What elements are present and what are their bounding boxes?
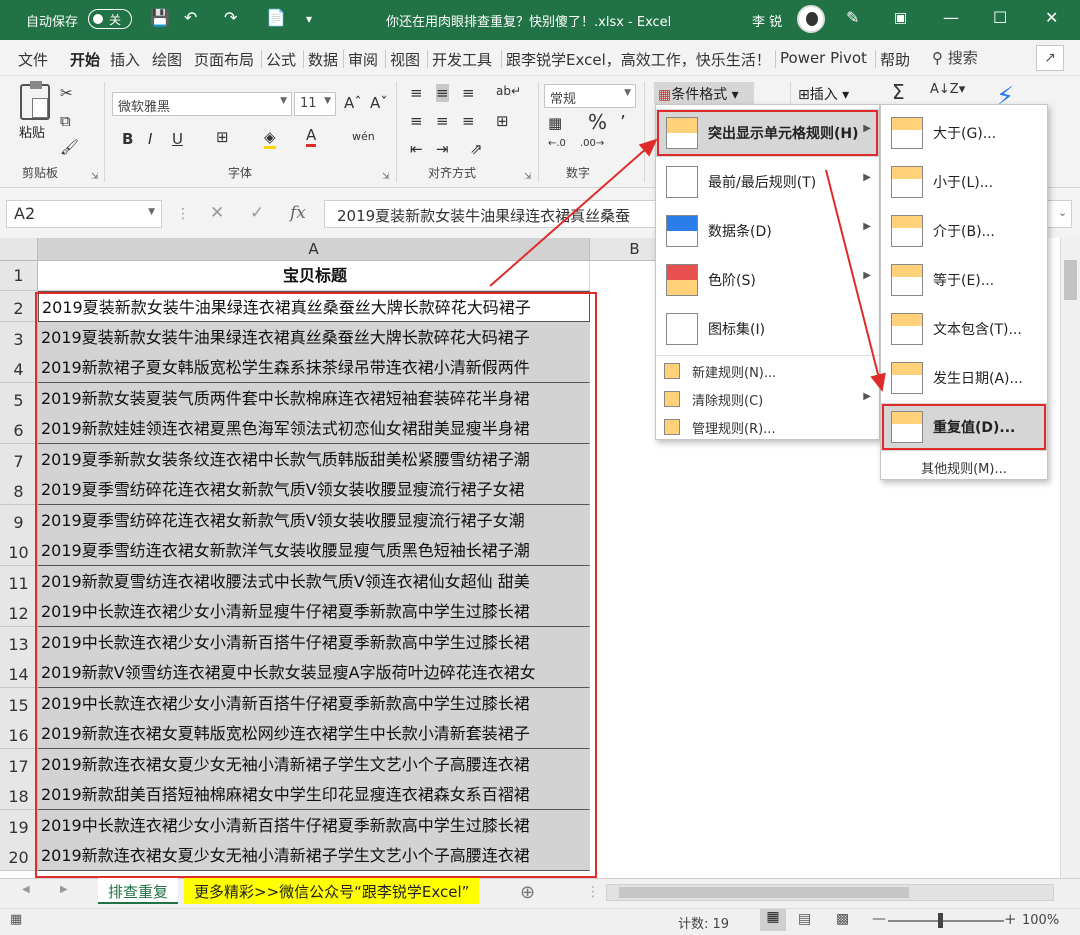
prev-sheet-icon[interactable]: ◀ — [22, 884, 30, 895]
add-sheet-icon[interactable]: ⊕ — [520, 882, 535, 903]
status-count: 计数: 19 — [678, 917, 730, 932]
tab-sheet1[interactable]: 排查重复 — [98, 878, 179, 904]
tab-sheet2[interactable]: 更多精彩>>微信公众号“跟李锐学Excel” — [184, 878, 480, 904]
annotation-arrows — [489, 138, 886, 392]
tab-splitter-icon[interactable]: ⋮ — [586, 884, 600, 900]
arrow-to-highlight-rules — [489, 138, 658, 287]
zoom-slider[interactable] — [888, 913, 1004, 928]
zoom-level[interactable]: 100% — [1022, 913, 1059, 928]
zoom-out-icon[interactable]: — — [872, 911, 886, 927]
page-break-icon[interactable]: ▩ — [836, 911, 849, 927]
page-layout-icon[interactable]: ▤ — [798, 911, 811, 927]
horizontal-scrollbar[interactable] — [606, 884, 1054, 901]
zoom-in-icon[interactable]: + — [1004, 910, 1017, 928]
macro-record-icon[interactable]: ▦ — [10, 912, 22, 927]
next-sheet-icon[interactable]: ▶ — [60, 884, 68, 895]
arrow-to-duplicate-values — [825, 169, 886, 392]
normal-view-icon[interactable]: ▦ — [760, 909, 786, 931]
